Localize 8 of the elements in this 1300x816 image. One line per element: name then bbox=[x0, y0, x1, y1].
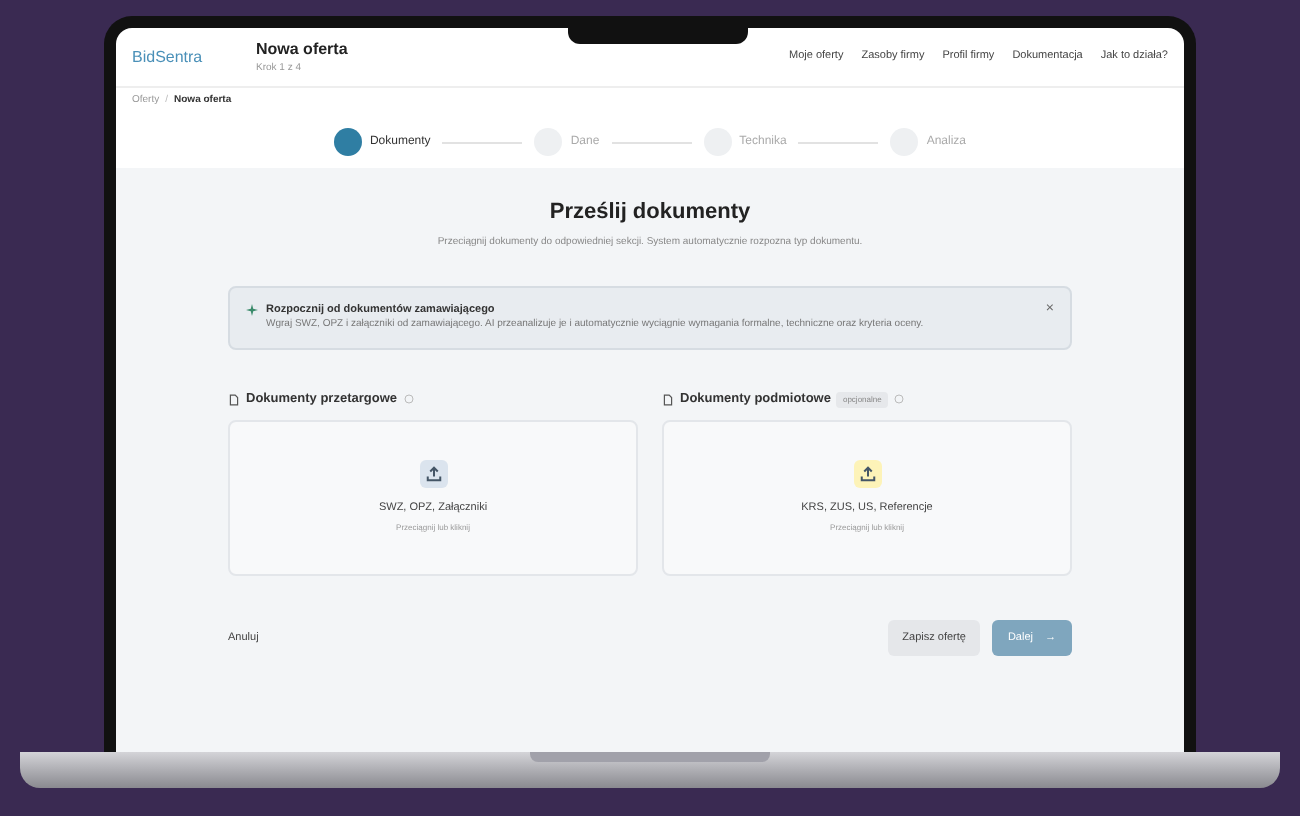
document-icon bbox=[662, 393, 674, 406]
page-title: Nowa oferta bbox=[256, 37, 350, 62]
section-heading: Prześlij dokumenty bbox=[547, 198, 753, 228]
info-icon[interactable] bbox=[403, 394, 413, 405]
sparkle-icon bbox=[246, 304, 258, 316]
document-icon bbox=[228, 393, 240, 406]
info-icon[interactable] bbox=[893, 394, 904, 405]
app-logo[interactable]: BidSentra bbox=[132, 45, 256, 69]
